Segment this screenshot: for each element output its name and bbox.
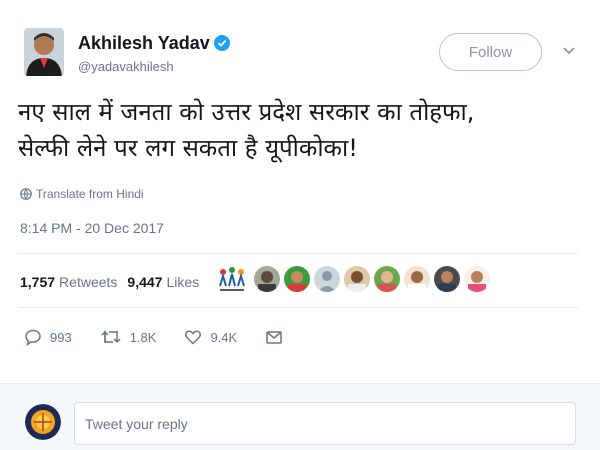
reply-count: 993 (50, 329, 72, 345)
liker-avatar[interactable] (216, 264, 248, 294)
like-action[interactable]: 9.4K (184, 328, 237, 346)
tweet-timestamp[interactable]: 8:14 PM - 20 Dec 2017 (20, 220, 164, 236)
liker-avatar[interactable] (344, 266, 370, 292)
likes-stat[interactable]: 9,447 Likes (127, 274, 199, 290)
divider (18, 307, 578, 308)
tweet-text-line: सेल्फी लेने पर लग सकता है यूपीकोका! (18, 134, 358, 162)
tweet-text-line: नए साल में जनता को उत्तर प्रदेश सरकार का… (18, 98, 475, 126)
retweets-stat[interactable]: 1,757 Retweets (20, 274, 117, 290)
follow-button[interactable]: Follow (439, 33, 542, 71)
heart-icon (185, 330, 202, 345)
like-count: 9.4K (210, 329, 238, 345)
author-name-text[interactable]: Akhilesh Yadav (78, 33, 210, 53)
reply-icon (25, 329, 41, 346)
reply-input[interactable] (74, 402, 576, 445)
retweets-count: 1,757 (20, 274, 56, 290)
reply-action[interactable]: 993 (24, 328, 72, 346)
author-name[interactable]: Akhilesh Yadav (78, 33, 230, 56)
translate-link[interactable]: Translate from Hindi (20, 187, 144, 201)
divider (18, 253, 578, 254)
retweets-label: Retweets (59, 274, 118, 290)
reply-composer (0, 383, 600, 450)
engagement-stats: 1,757 Retweets 9,447 Likes (20, 274, 199, 290)
liker-avatar[interactable] (464, 266, 490, 292)
translate-label[interactable]: Translate from Hindi (36, 187, 144, 201)
retweet-count: 1.8K (129, 329, 157, 345)
globe-icon (20, 188, 32, 200)
liker-avatar[interactable] (434, 266, 460, 292)
retweet-action[interactable]: 1.8K (100, 328, 157, 346)
author-avatar[interactable] (24, 28, 64, 76)
author-handle[interactable]: @yadavakhilesh (78, 59, 174, 74)
likes-label: Likes (166, 274, 200, 290)
tweet-actions: 993 1.8K 9.4K (24, 328, 319, 346)
chevron-down-icon[interactable] (560, 42, 578, 60)
liker-avatar[interactable] (404, 266, 430, 292)
likes-count: 9,447 (127, 274, 163, 290)
envelope-icon (266, 331, 282, 344)
tweet-header: Akhilesh Yadav @yadavakhilesh Follow (0, 0, 600, 90)
user-avatar[interactable] (25, 404, 61, 440)
direct-message-action[interactable] (265, 328, 291, 346)
retweet-icon (101, 330, 121, 343)
liker-avatar[interactable] (314, 266, 340, 292)
liker-avatars (216, 264, 494, 294)
tweet-text: नए साल में जनता को उत्तर प्रदेश सरकार का… (18, 94, 588, 166)
verified-badge-icon (213, 35, 230, 56)
liker-avatar[interactable] (284, 266, 310, 292)
liker-avatar[interactable] (374, 266, 400, 292)
liker-avatar[interactable] (254, 266, 280, 292)
